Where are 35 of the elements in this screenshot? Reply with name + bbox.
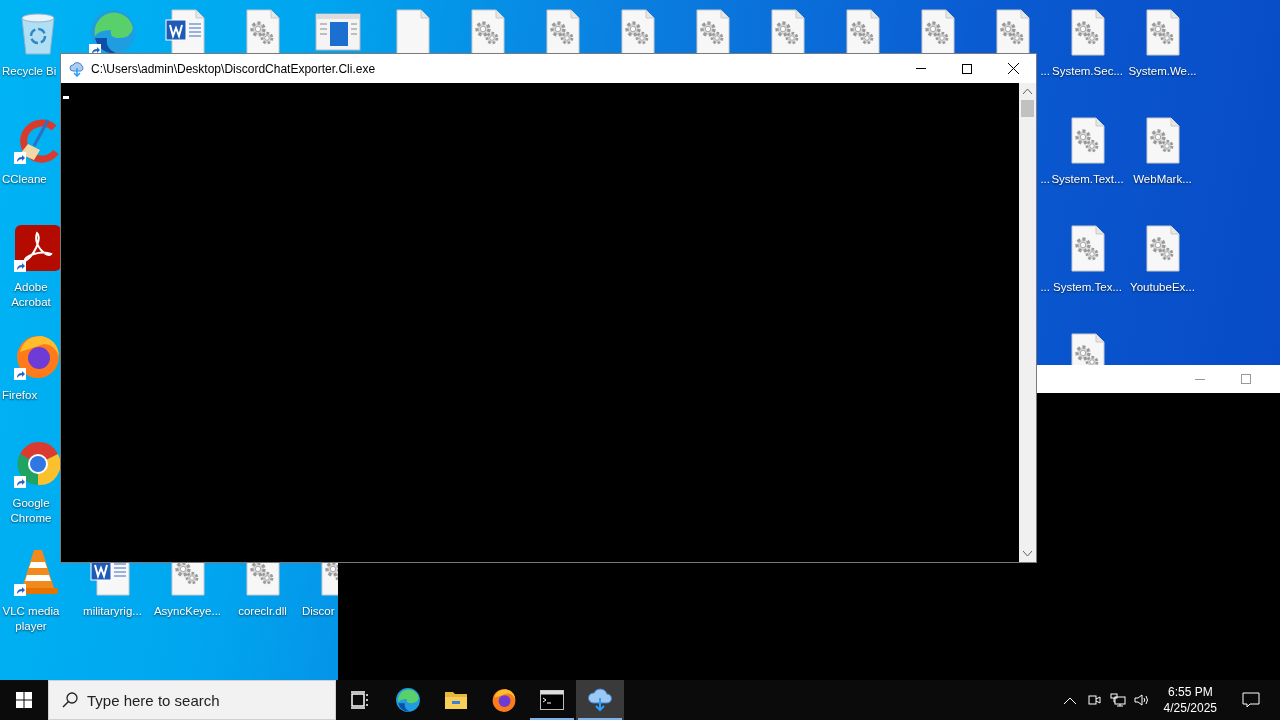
folder-icon: [444, 689, 468, 711]
app-icon: [69, 60, 85, 77]
cloud-download-icon: [587, 688, 613, 712]
scroll-thumb[interactable]: [1021, 100, 1034, 117]
maximize-icon: [962, 63, 972, 74]
icon-label[interactable]: ...: [1040, 172, 1050, 187]
task-view-icon: [350, 690, 370, 710]
window-title: C:\Users\admin\Desktop\DiscordChatExporter.Cli.exe: [91, 61, 377, 76]
swirl-logo-icon: [395, 687, 421, 713]
close-icon: [1007, 63, 1019, 74]
maximize-icon: [1241, 374, 1251, 384]
caret-down-icon: [1023, 551, 1032, 556]
search-field[interactable]: Type here to search: [48, 680, 336, 720]
console-window-icon: [540, 690, 564, 710]
pdf-logo-icon: [13, 224, 62, 272]
clock-date: 4/25/2025: [1163, 700, 1217, 716]
minimize-icon: [1195, 378, 1205, 380]
icon-label[interactable]: System.Text...: [1051, 172, 1124, 187]
icon-label[interactable]: YoutubeEx...: [1130, 280, 1195, 295]
taskbar-button[interactable]: [576, 680, 624, 720]
start-icon: [16, 692, 32, 708]
clock[interactable]: 6:55 PM 4/25/2025: [1153, 684, 1229, 716]
search-icon: [62, 692, 78, 708]
icon-label[interactable]: ...: [1040, 280, 1050, 295]
text-cursor: [63, 96, 69, 99]
icon-label[interactable]: WebMark...: [1133, 172, 1192, 187]
icon-label[interactable]: System.We...: [1128, 64, 1197, 79]
swirl-logo-icon: [88, 8, 137, 56]
clock-time: 6:55 PM: [1167, 684, 1213, 700]
minimize-icon: [916, 68, 926, 69]
icon-label[interactable]: System.Sec...: [1052, 64, 1123, 79]
fox-logo-icon: [491, 687, 517, 713]
icon-label[interactable]: System.Tex...: [1053, 280, 1122, 295]
caret-up-icon: [1023, 89, 1032, 94]
icon-label[interactable]: ...: [1040, 64, 1050, 79]
